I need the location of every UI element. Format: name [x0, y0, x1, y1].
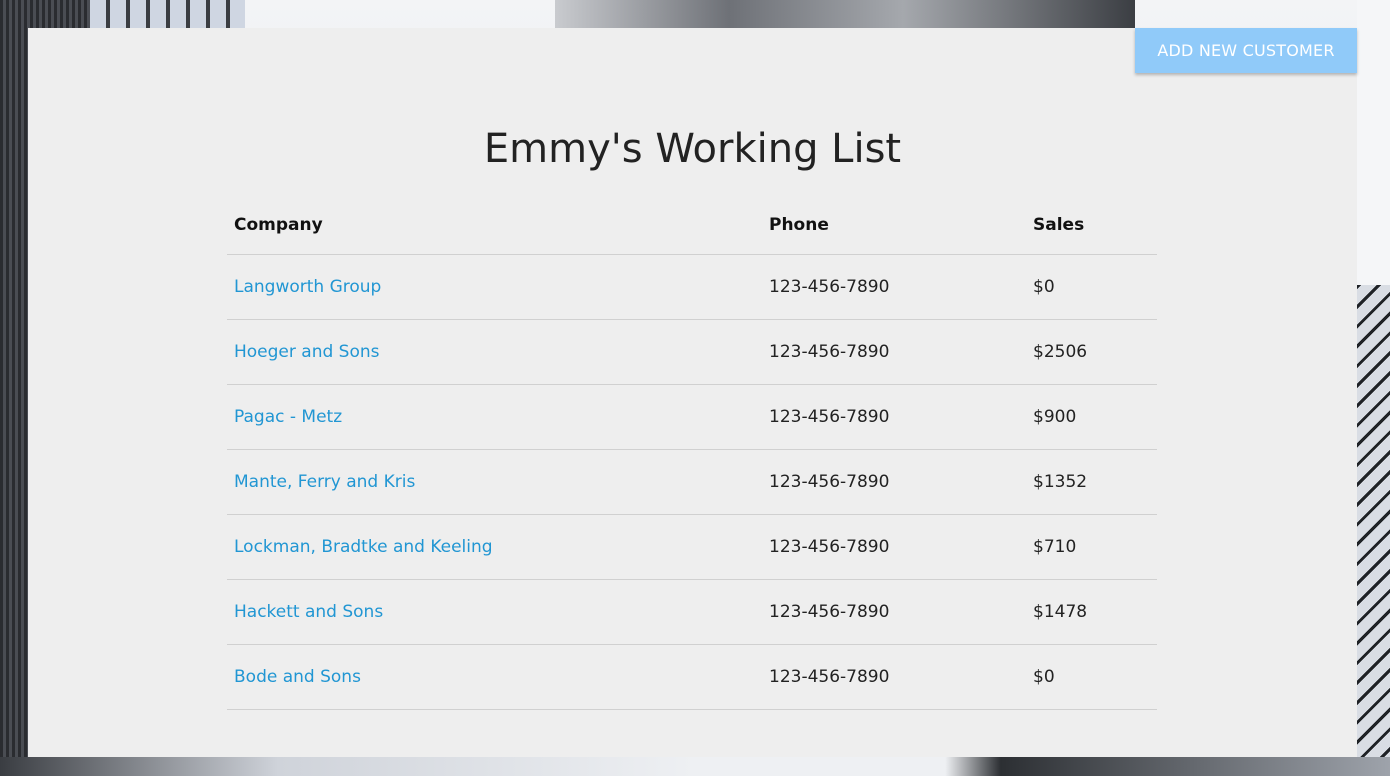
add-new-customer-button[interactable]: ADD NEW CUSTOMER: [1135, 28, 1357, 73]
table-row: Hoeger and Sons 123-456-7890 $2506: [227, 319, 1157, 385]
phone-cell: 123-456-7890: [762, 514, 1026, 580]
table-body: Langworth Group 123-456-7890 $0 Hoeger a…: [227, 254, 1157, 710]
page-title: Emmy's Working List: [483, 126, 902, 172]
column-header-phone: Phone: [762, 196, 1026, 255]
sales-cell: $1478: [1026, 579, 1157, 645]
company-link[interactable]: Hoeger and Sons: [234, 342, 380, 362]
phone-cell: 123-456-7890: [762, 579, 1026, 645]
sales-cell: $0: [1026, 644, 1157, 710]
company-cell: Hackett and Sons: [227, 579, 762, 645]
company-cell: Langworth Group: [227, 254, 762, 320]
company-cell: Pagac - Metz: [227, 384, 762, 450]
table-row: Langworth Group 123-456-7890 $0: [227, 254, 1157, 320]
table-row: Hackett and Sons 123-456-7890 $1478: [227, 579, 1157, 645]
phone-cell: 123-456-7890: [762, 449, 1026, 515]
sales-cell: $2506: [1026, 319, 1157, 385]
table-row: Mante, Ferry and Kris 123-456-7890 $1352: [227, 449, 1157, 515]
table-header-row: Company Phone Sales: [227, 196, 1157, 255]
sales-cell: $900: [1026, 384, 1157, 450]
phone-cell: 123-456-7890: [762, 254, 1026, 320]
company-cell: Lockman, Bradtke and Keeling: [227, 514, 762, 580]
background-building-top: [555, 0, 1135, 30]
table-row: Bode and Sons 123-456-7890 $0: [227, 644, 1157, 710]
background-sky-right: [1357, 0, 1390, 285]
background-building-bottom: [0, 757, 1390, 776]
table-row: Pagac - Metz 123-456-7890 $900: [227, 384, 1157, 450]
column-header-sales: Sales: [1026, 196, 1157, 255]
table-row: Lockman, Bradtke and Keeling 123-456-789…: [227, 514, 1157, 580]
company-cell: Bode and Sons: [227, 644, 762, 710]
company-link[interactable]: Lockman, Bradtke and Keeling: [234, 537, 493, 557]
customer-table: Company Phone Sales Langworth Group 123-…: [227, 196, 1157, 710]
sales-cell: $0: [1026, 254, 1157, 320]
sales-cell: $1352: [1026, 449, 1157, 515]
company-link[interactable]: Bode and Sons: [234, 667, 361, 687]
phone-cell: 123-456-7890: [762, 644, 1026, 710]
sales-cell: $710: [1026, 514, 1157, 580]
phone-cell: 123-456-7890: [762, 384, 1026, 450]
company-link[interactable]: Pagac - Metz: [234, 407, 342, 427]
table-header: Company Phone Sales: [227, 196, 1157, 255]
main-panel: ADD NEW CUSTOMER Emmy's Working List Com…: [28, 28, 1357, 757]
phone-cell: 123-456-7890: [762, 319, 1026, 385]
column-header-company: Company: [227, 196, 762, 255]
company-link[interactable]: Langworth Group: [234, 277, 381, 297]
company-link[interactable]: Hackett and Sons: [234, 602, 383, 622]
background-building-right: [1357, 285, 1390, 776]
company-cell: Mante, Ferry and Kris: [227, 449, 762, 515]
company-link[interactable]: Mante, Ferry and Kris: [234, 472, 415, 492]
company-cell: Hoeger and Sons: [227, 319, 762, 385]
